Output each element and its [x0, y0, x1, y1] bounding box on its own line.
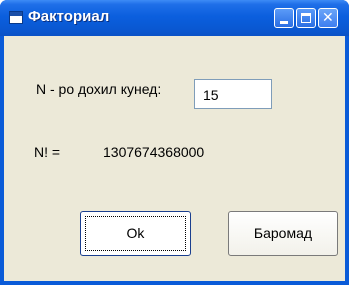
close-icon: ✕	[322, 10, 334, 26]
close-button[interactable]: ✕	[318, 8, 338, 28]
form-client-area: N - ро дохил кунед: 15 N! = 130767436800…	[4, 36, 345, 281]
ok-button[interactable]: Ok	[80, 211, 191, 256]
maximize-icon	[301, 13, 311, 23]
exit-button[interactable]: Баромад	[228, 211, 338, 256]
minimize-icon	[280, 21, 288, 24]
result-value: 1307674368000	[103, 144, 205, 160]
n-input-field[interactable]: 15	[194, 79, 272, 109]
n-input-label: N - ро дохил кунед:	[36, 81, 162, 97]
window-frame: Факториал ✕ N - ро дохил кунед: 15 N! = …	[0, 0, 349, 285]
app-icon[interactable]	[9, 11, 23, 24]
maximize-button[interactable]	[296, 8, 316, 28]
title-bar[interactable]: Факториал ✕	[0, 0, 349, 36]
window-title: Факториал	[28, 8, 110, 25]
result-label: N! =	[34, 144, 61, 160]
minimize-button[interactable]	[274, 8, 294, 28]
exit-button-label: Баромад	[253, 225, 313, 241]
focus-rectangle	[85, 216, 186, 251]
